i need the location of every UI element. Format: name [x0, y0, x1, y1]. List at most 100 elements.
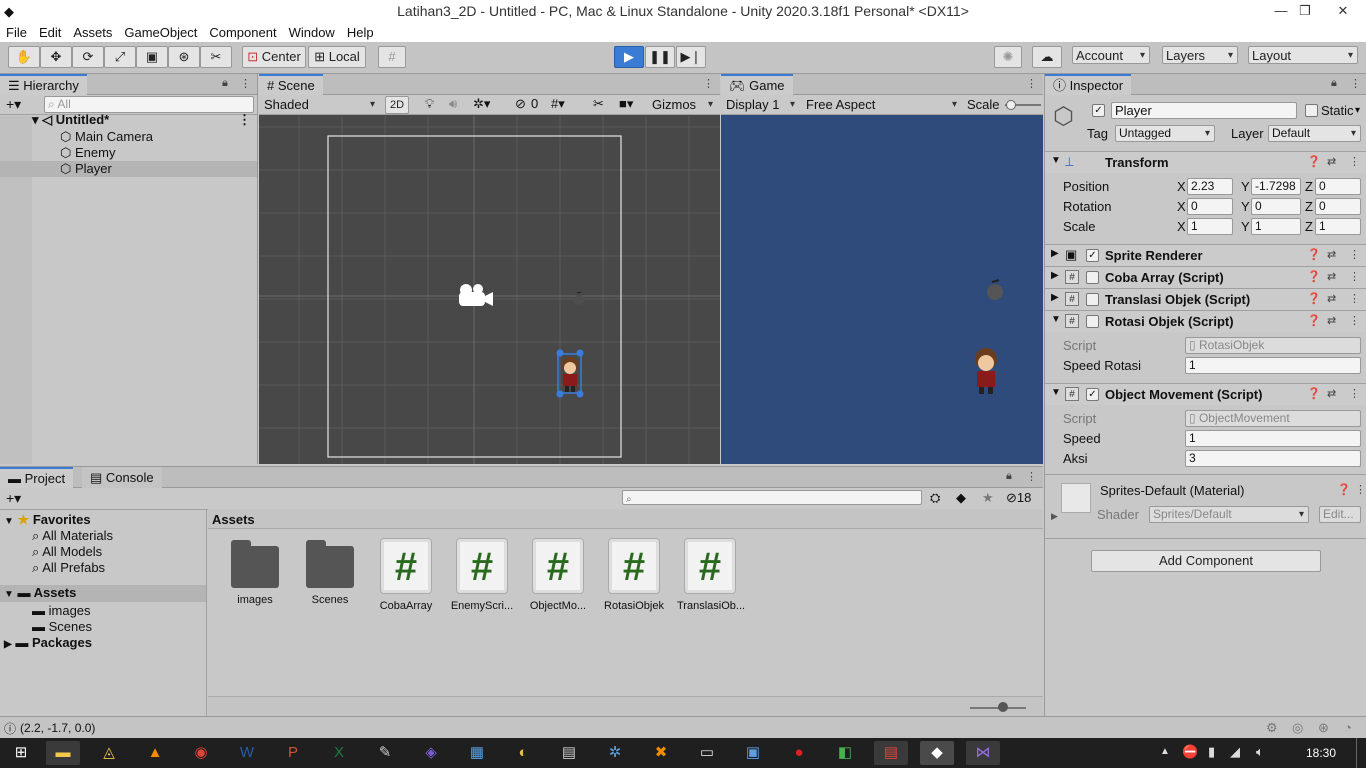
add-icon[interactable]: +▾ [6, 96, 21, 113]
filter-by-type-icon[interactable]: ⛭ [930, 490, 940, 506]
asset-tile[interactable]: images [222, 538, 288, 606]
move-tool-icon[interactable]: ✥ [40, 46, 72, 68]
display-dropdown[interactable]: Display 1 [723, 96, 799, 114]
progress-icon[interactable]: ◔ [1344, 720, 1352, 735]
rotation-z-field[interactable]: 0 [1315, 198, 1361, 215]
network-warning-icon[interactable]: ⛔ [1182, 744, 1198, 760]
windows-start-icon[interactable]: ⊞ [4, 741, 38, 765]
rotasi-objek-header[interactable]: ▼ # Rotasi Objek (Script) ❓ ⇄ ⋮ [1045, 310, 1366, 332]
aksi-field[interactable]: 3 [1185, 450, 1361, 467]
kebab-menu-icon[interactable]: ⋮ [1349, 248, 1360, 261]
tab-scene[interactable]: # Scene [259, 74, 323, 95]
tag-dropdown[interactable]: Untagged [1115, 125, 1215, 142]
scale-y-field[interactable]: 1 [1251, 218, 1301, 235]
list-item[interactable]: ▬ Scenes [32, 619, 92, 634]
speed-field[interactable]: 1 [1185, 430, 1361, 447]
preset-icon[interactable]: ⇄ [1327, 292, 1336, 305]
app-blue-icon[interactable]: ▤ [552, 741, 586, 765]
list-item[interactable]: ⌕ All Models [32, 544, 102, 560]
scale-slider-thumb[interactable] [1006, 100, 1016, 110]
menu-file[interactable]: File [0, 23, 33, 42]
tab-console[interactable]: ▤ Console [82, 467, 162, 488]
record-icon[interactable]: ● [782, 741, 816, 765]
enemy-sprite[interactable] [574, 291, 584, 305]
transform-header[interactable]: ▼ ⟂ Transform ❓ ⇄ ⋮ [1045, 151, 1366, 173]
camera-icon[interactable]: ■▾ [619, 96, 633, 112]
word-icon[interactable]: W [230, 741, 264, 765]
preset-icon[interactable]: ⇄ [1327, 155, 1336, 168]
app-gear-icon[interactable]: ✲ [598, 741, 632, 765]
menu-help[interactable]: Help [341, 23, 380, 42]
help-icon[interactable]: ❓ [1307, 387, 1321, 400]
tab-hierarchy[interactable]: ☰ Hierarchy [0, 74, 87, 95]
aspect-dropdown[interactable]: Free Aspect [803, 96, 961, 114]
preset-icon[interactable]: ⇄ [1327, 248, 1336, 261]
app-window-icon[interactable]: ▣ [736, 741, 770, 765]
wifi-icon[interactable]: ◢ [1230, 744, 1240, 760]
position-z-field[interactable]: 0 [1315, 178, 1361, 195]
enabled-checkbox[interactable]: ✓ [1086, 388, 1099, 401]
profiler-icon[interactable]: ⚙ [1266, 720, 1278, 736]
tools-icon[interactable]: ✂ [593, 96, 604, 112]
unity-icon[interactable]: ◆ [920, 741, 954, 765]
kebab-menu-icon[interactable]: ⋮ [1349, 387, 1360, 400]
show-desktop-button[interactable] [1356, 738, 1360, 768]
favorites-item[interactable]: ▼ ★ Favorites [4, 512, 91, 528]
project-search-input[interactable]: ⌕ [622, 490, 922, 505]
list-item-selected[interactable]: ⬡ Player [0, 161, 257, 177]
rotate-tool-icon[interactable]: ⟳ [72, 46, 104, 68]
pause-button[interactable]: ❚❚ [645, 46, 675, 68]
pdf-icon[interactable]: ▤ [874, 741, 908, 765]
rect-tool-icon[interactable]: ▣ [136, 46, 168, 68]
close-button[interactable]: ✕ [1320, 0, 1366, 23]
help-icon[interactable]: ❓ [1307, 292, 1321, 305]
active-checkbox[interactable]: ✓ [1092, 104, 1105, 117]
asset-tile[interactable]: Scenes [297, 538, 363, 606]
audio-icon[interactable]: 🔊︎ [449, 96, 457, 112]
list-item[interactable]: ⌕ All Prefabs [32, 560, 105, 576]
expand-arrow-icon[interactable]: ▶ [1051, 511, 1058, 522]
app-triangle-icon[interactable]: ◬ [92, 741, 126, 765]
asset-tile[interactable]: # RotasiObjek [601, 538, 667, 612]
grid-snap-icon[interactable]: # [378, 46, 406, 68]
powerpoint-icon[interactable]: P [276, 741, 310, 765]
tray-chevron-icon[interactable]: ▲ [1160, 746, 1170, 757]
layers-dropdown[interactable]: Layers [1162, 46, 1238, 65]
packages-item[interactable]: ▶ ▬ Packages [4, 635, 92, 650]
cache-icon[interactable]: ◎ [1292, 720, 1303, 736]
collab-icon[interactable]: ✺ [994, 46, 1022, 68]
scene-root-item[interactable]: ▾ ◁ Untitled* ⋮ [32, 112, 257, 128]
excel-icon[interactable]: X [322, 741, 356, 765]
vlc-icon[interactable]: ▲ [138, 741, 172, 765]
menu-component[interactable]: Component [203, 23, 282, 42]
lock-icon[interactable]: 🔒︎ [1006, 470, 1012, 483]
grid-toggle-icon[interactable]: #▾ [551, 96, 565, 112]
help-icon[interactable]: ❓ [1307, 248, 1321, 261]
play-button[interactable]: ▶ [614, 46, 644, 68]
cloud-icon[interactable]: ☁ [1032, 46, 1062, 68]
asset-tile[interactable]: # EnemyScri... [449, 538, 515, 612]
shading-dropdown[interactable]: Shaded [261, 96, 379, 114]
tab-game[interactable]: 🎮︎ Game [721, 74, 793, 95]
object-movement-header[interactable]: ▼ # ✓ Object Movement (Script) ❓ ⇄ ⋮ [1045, 383, 1366, 405]
kebab-menu-icon[interactable]: ⋮ [1349, 314, 1360, 327]
help-icon[interactable]: ❓ [1307, 314, 1321, 327]
app-chart-icon[interactable]: ▦ [460, 741, 494, 765]
asset-tile[interactable]: # CobaArray [373, 538, 439, 612]
list-item[interactable]: ⬡ Enemy [60, 145, 115, 161]
hidden-objects-icon[interactable]: ⊘ [515, 96, 526, 112]
speed-rotasi-field[interactable]: 1 [1185, 357, 1361, 374]
shader-edit-button[interactable]: Edit... [1319, 506, 1361, 523]
kebab-menu-icon[interactable]: ⋮ [1350, 77, 1361, 90]
list-item[interactable]: ▬ images [32, 603, 91, 618]
game-viewport[interactable] [721, 116, 1043, 464]
chrome-icon[interactable]: ◉ [184, 741, 218, 765]
translasi-objek-header[interactable]: ▶ # Translasi Objek (Script) ❓ ⇄ ⋮ [1045, 288, 1366, 310]
chevron-down-icon[interactable]: ▾ [1355, 102, 1360, 119]
enabled-checkbox[interactable]: ✓ [1086, 249, 1099, 262]
asset-tile[interactable]: # ObjectMo... [525, 538, 591, 612]
sprite-renderer-header[interactable]: ▶ ▣ ✓ Sprite Renderer ❓ ⇄ ⋮ [1045, 244, 1366, 266]
object-name-field[interactable]: Player [1111, 102, 1297, 119]
enabled-checkbox[interactable] [1086, 271, 1099, 284]
filter-by-label-icon[interactable]: ◆ [956, 490, 966, 506]
